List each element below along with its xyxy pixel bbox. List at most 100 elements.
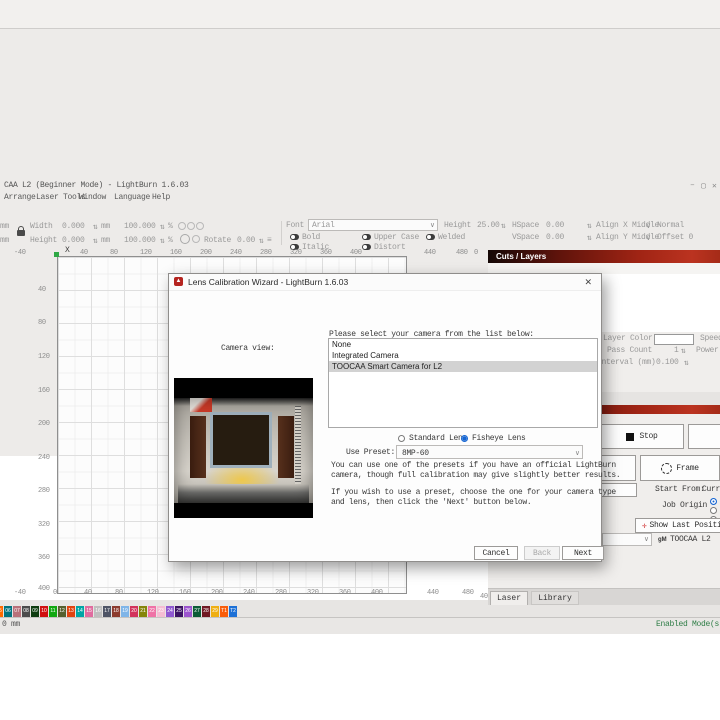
palette-swatch[interactable]: 05: [0, 606, 3, 617]
menu-item[interactable]: Help: [152, 193, 170, 202]
palette-swatch[interactable]: 11: [49, 606, 57, 617]
distort-toggle-icon[interactable]: [362, 244, 371, 250]
ruler-tick: 240: [38, 454, 50, 462]
window-close-button[interactable]: ✕: [712, 181, 717, 191]
hspace-value[interactable]: 0.00: [546, 221, 564, 230]
width-spinner[interactable]: ⇅: [93, 222, 98, 232]
device-name[interactable]: TOOCAA L2: [670, 535, 711, 544]
distort-label[interactable]: Distort: [374, 243, 406, 252]
standard-lens-label[interactable]: Standard Lens: [409, 434, 467, 443]
palette-swatch[interactable]: 21: [139, 606, 147, 617]
next-button[interactable]: Next: [562, 546, 604, 560]
pass-count-value[interactable]: 1: [674, 346, 679, 355]
palette-swatch[interactable]: 26: [184, 606, 192, 617]
palette-swatch[interactable]: 27: [193, 606, 201, 617]
height-spinner[interactable]: ⇅: [93, 236, 98, 246]
tab-library[interactable]: Library: [531, 591, 579, 605]
anchor-dot-2[interactable]: [187, 222, 195, 230]
scale-w-value[interactable]: 100.000: [124, 222, 156, 231]
font-height-value[interactable]: 25.00: [477, 221, 500, 230]
vspace-label: VSpace: [512, 233, 539, 242]
interval-spinner[interactable]: ⇅: [684, 358, 689, 368]
fisheye-lens-label[interactable]: Fisheye Lens: [472, 434, 525, 443]
welded-toggle-icon[interactable]: [426, 234, 435, 240]
job-origin-radio-2[interactable]: [710, 507, 717, 514]
show-last-button[interactable]: ✛ Show Last Position: [635, 518, 720, 533]
palette-swatch[interactable]: 25: [175, 606, 183, 617]
start-button-cropped[interactable]: [688, 424, 720, 449]
menu-item[interactable]: Window: [79, 193, 106, 202]
window-maximize-button[interactable]: ▢: [701, 181, 706, 191]
anchor-dot-1[interactable]: [178, 222, 186, 230]
pass-count-spinner[interactable]: ⇅: [681, 346, 686, 356]
lock-icon[interactable]: [17, 230, 25, 236]
dialog-close-icon[interactable]: ✕: [584, 277, 592, 288]
palette-swatch[interactable]: 24: [166, 606, 174, 617]
vspace-value[interactable]: 0.00: [546, 233, 564, 242]
camera-list-item[interactable]: None: [329, 339, 597, 350]
palette-swatch[interactable]: 08: [22, 606, 30, 617]
job-origin-radio-1[interactable]: [710, 498, 717, 505]
scale-w-spinner[interactable]: ⇅: [160, 222, 165, 232]
font-height-spinner[interactable]: ⇅: [501, 221, 506, 231]
anchor-dot-5[interactable]: [192, 235, 200, 243]
vspace-spinner[interactable]: ⇅: [587, 233, 592, 243]
cancel-button[interactable]: Cancel: [474, 546, 518, 560]
dialog-titlebar[interactable]: ▲ Lens Calibration Wizard - LightBurn 1.…: [169, 274, 601, 291]
palette-swatch[interactable]: 12: [58, 606, 66, 617]
rotate-value[interactable]: 0.00: [237, 236, 255, 245]
welded-label[interactable]: Welded: [438, 233, 465, 242]
camera-list-item[interactable]: Integrated Camera: [329, 350, 597, 361]
standard-lens-radio[interactable]: [398, 435, 405, 442]
preset-combo[interactable]: 8MP-60 ∨: [396, 445, 583, 459]
palette-swatch[interactable]: 22: [148, 606, 156, 617]
anchor-dot-3[interactable]: [196, 222, 204, 230]
palette-swatch[interactable]: 07: [13, 606, 21, 617]
back-button[interactable]: Back: [524, 546, 560, 560]
palette-swatch[interactable]: 28: [202, 606, 210, 617]
palette-swatch[interactable]: T1: [220, 606, 228, 617]
offset-combo[interactable]: Offset 0: [657, 233, 693, 242]
uppercase-toggle-icon[interactable]: [362, 234, 371, 240]
stop-button[interactable]: Stop: [600, 424, 684, 449]
scale-h-spinner[interactable]: ⇅: [160, 236, 165, 246]
palette-swatch[interactable]: 18: [112, 606, 120, 617]
palette-swatch[interactable]: 09: [31, 606, 39, 617]
palette-swatch[interactable]: 13: [67, 606, 75, 617]
interval-value[interactable]: 0.100: [656, 358, 679, 367]
bold-label[interactable]: Bold: [302, 233, 320, 242]
palette-swatch[interactable]: T2: [229, 606, 237, 617]
palette-swatch[interactable]: 20: [130, 606, 138, 617]
bold-toggle-icon[interactable]: [290, 234, 299, 240]
frame-button[interactable]: Frame: [640, 455, 720, 481]
rotate-spinner[interactable]: ⇅: [259, 236, 264, 246]
palette-swatch[interactable]: 19: [121, 606, 129, 617]
tab-laser[interactable]: Laser: [490, 591, 528, 605]
palette-swatch[interactable]: 06: [4, 606, 12, 617]
devices-combo-partial[interactable]: ∨: [602, 533, 652, 546]
palette-swatch[interactable]: 29: [211, 606, 219, 617]
palette-swatch[interactable]: 17: [103, 606, 111, 617]
menu-item[interactable]: Language: [114, 193, 150, 202]
anchor-dot-4[interactable]: [180, 234, 190, 244]
menu-item[interactable]: Arrange: [4, 193, 36, 202]
ruler-tick: 440: [424, 249, 436, 257]
layer-color-swatch[interactable]: [654, 334, 694, 345]
fisheye-lens-radio[interactable]: [461, 435, 468, 442]
start-from-value[interactable]: Current Position: [702, 485, 720, 494]
palette-swatch[interactable]: 23: [157, 606, 165, 617]
font-combo[interactable]: Arial ∨: [308, 219, 438, 231]
scale-h-value[interactable]: 100.000: [124, 236, 156, 245]
width-value[interactable]: 0.000: [62, 222, 85, 231]
camera-listbox[interactable]: NoneIntegrated CameraTOOCAA Smart Camera…: [328, 338, 598, 428]
palette-swatch[interactable]: 10: [40, 606, 48, 617]
uppercase-label[interactable]: Upper Case: [374, 233, 419, 242]
palette-swatch[interactable]: 16: [94, 606, 102, 617]
window-minimize-button[interactable]: –: [690, 181, 695, 190]
camera-list-item[interactable]: TOOCAA Smart Camera for L2: [329, 361, 597, 372]
height-value[interactable]: 0.000: [62, 236, 85, 245]
weld-mode-combo[interactable]: Normal: [657, 221, 684, 230]
palette-swatch[interactable]: 14: [76, 606, 84, 617]
palette-swatch[interactable]: 15: [85, 606, 93, 617]
hspace-spinner[interactable]: ⇅: [587, 221, 592, 231]
